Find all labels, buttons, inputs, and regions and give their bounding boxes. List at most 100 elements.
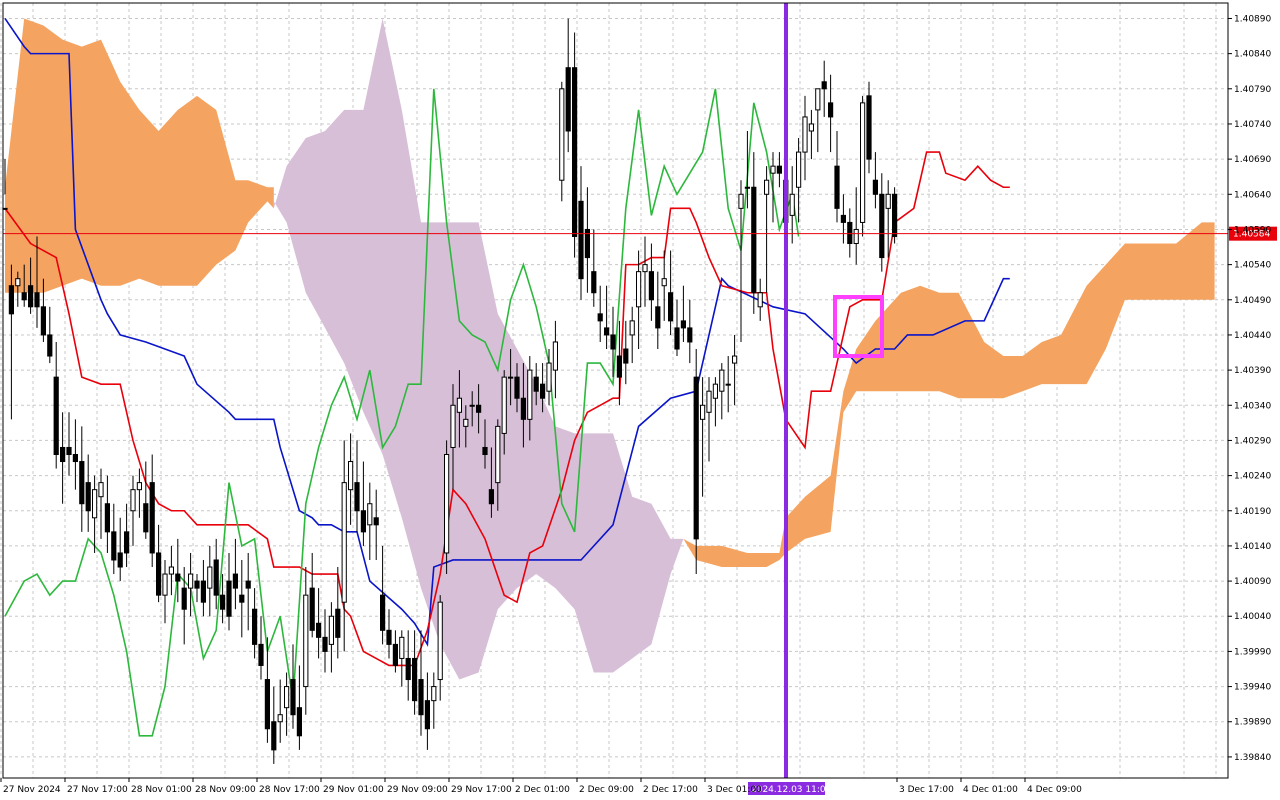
candle-bull — [629, 320, 635, 336]
candle-bull — [162, 573, 168, 596]
candle-bull — [431, 686, 437, 702]
x-tick-label: 3 Dec 17:00 — [899, 785, 954, 795]
candle-bull — [725, 383, 731, 386]
candle-bear — [565, 67, 571, 132]
candle-bear — [21, 292, 27, 301]
candle-bear — [879, 193, 885, 259]
candle-bear — [610, 334, 616, 350]
candle-bull — [796, 151, 802, 188]
candle-bull — [348, 461, 354, 491]
candle-bull — [808, 123, 814, 132]
x-tick-label: 28 Nov 17:00 — [259, 785, 320, 795]
y-tick-label: 1.40790 — [1234, 85, 1271, 95]
candle-bear — [840, 214, 846, 223]
candle-bear — [232, 573, 239, 589]
candle-bull — [341, 482, 347, 603]
candle-bull — [527, 369, 533, 420]
candle-bear — [360, 510, 366, 533]
y-tick-label: 1.40840 — [1234, 50, 1271, 60]
candle-bull — [642, 264, 648, 273]
candle-bear — [514, 376, 520, 399]
candle-bull — [706, 390, 712, 413]
candle-bear — [354, 482, 360, 512]
candle-bear — [674, 327, 680, 350]
y-tick-label: 1.40640 — [1234, 190, 1271, 200]
candle-bull — [469, 404, 475, 407]
y-tick-label: 1.40890 — [1234, 14, 1271, 24]
candle-bear — [53, 376, 59, 455]
candle-bear — [226, 580, 232, 617]
candle-bull — [437, 601, 443, 681]
candle-bear — [156, 552, 162, 596]
y-tick-label: 1.40090 — [1234, 577, 1271, 587]
y-tick-label: 1.40140 — [1234, 542, 1271, 552]
ichimoku-chart: 1.405842024.12.03 11:00 1.408901.408401.… — [0, 0, 1280, 800]
candle-bear — [85, 482, 91, 512]
candle-bear — [520, 397, 526, 420]
candle-bull — [744, 186, 750, 189]
candle-bull — [444, 453, 450, 554]
candle-bull — [501, 376, 507, 434]
candle-bull — [495, 425, 501, 484]
candle-bear — [104, 503, 111, 533]
candle-bear — [213, 559, 219, 596]
candle-bear — [604, 327, 610, 336]
candle-bear — [533, 376, 539, 392]
candle-bull — [168, 566, 175, 575]
x-tick-label: 29 Nov 09:00 — [387, 785, 448, 795]
candle-bear — [245, 580, 251, 589]
candle-bull — [885, 193, 891, 209]
candle-bear — [821, 81, 827, 90]
candle-bear — [597, 313, 603, 322]
candle-bull — [450, 404, 456, 448]
candle-bear — [687, 327, 693, 343]
candle-bear — [60, 446, 66, 463]
candle-bear — [572, 67, 578, 237]
x-tick-label: 3 Dec 01:00 — [707, 785, 762, 795]
candle-bear — [258, 643, 264, 666]
candle-bear — [47, 334, 53, 357]
candle-bear — [79, 461, 85, 505]
candle-bear — [693, 376, 699, 540]
candle-bear — [776, 165, 782, 174]
candle-bear — [322, 636, 328, 652]
candle-bull — [802, 116, 808, 153]
candle-bear — [373, 517, 379, 526]
candle-bull — [700, 404, 706, 420]
x-tick-label: 27 Nov 2024 — [3, 785, 61, 795]
candle-bull — [546, 362, 552, 392]
x-tick-label: 4 Dec 09:00 — [1027, 785, 1082, 795]
y-tick-label: 1.39990 — [1234, 647, 1271, 657]
candle-bear — [872, 179, 878, 195]
candle-bear — [380, 594, 386, 631]
candle-bear — [616, 355, 622, 378]
candle-bull — [399, 636, 405, 659]
candle-bull — [136, 482, 143, 491]
candle-bull — [508, 376, 514, 379]
y-tick-label: 1.40190 — [1234, 507, 1271, 517]
candle-bull — [770, 165, 776, 174]
x-tick-label: 28 Nov 01:00 — [131, 785, 192, 795]
x-tick-label: 4 Dec 01:00 — [963, 785, 1018, 795]
candle-bear — [175, 573, 181, 582]
candle-bull — [207, 566, 213, 589]
candle-bear — [252, 608, 258, 645]
candle-bear — [264, 679, 270, 730]
x-tick-label: 29 Nov 01:00 — [323, 785, 384, 795]
candle-bull — [757, 292, 763, 308]
y-tick-label: 1.40540 — [1234, 261, 1271, 271]
x-tick-label: 28 Nov 09:00 — [195, 785, 256, 795]
candle-bear — [316, 622, 322, 638]
candle-bear — [290, 679, 296, 716]
candle-bear — [482, 446, 488, 455]
candle-bull — [860, 102, 866, 223]
candle-bear — [239, 594, 245, 603]
y-tick-label: 1.40590 — [1234, 225, 1271, 235]
x-tick-label: 27 Nov 17:00 — [67, 785, 128, 795]
candle-bull — [130, 489, 136, 512]
candle-bull — [636, 271, 642, 308]
candle-bull — [284, 686, 290, 709]
y-tick-label: 1.40290 — [1234, 436, 1271, 446]
candle-bear — [892, 193, 898, 237]
candle-bear — [476, 404, 482, 413]
